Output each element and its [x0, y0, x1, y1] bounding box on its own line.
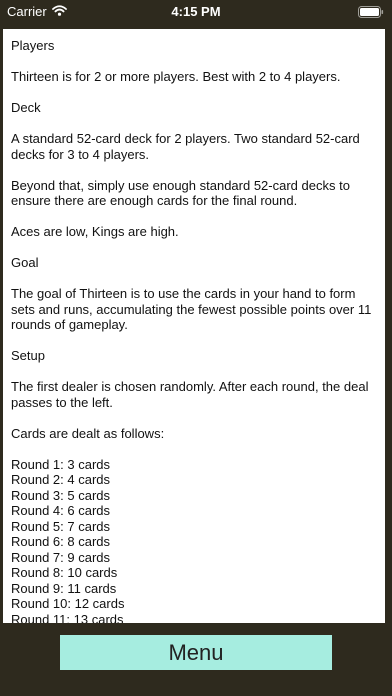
- status-bar: Carrier 4:15 PM: [0, 0, 392, 24]
- round-item: Round 4: 6 cards: [11, 503, 111, 518]
- round-item: Round 11: 13 cards: [11, 611, 124, 624]
- bottom-bar: Menu: [0, 623, 392, 696]
- round-item: Round 7: 9 cards: [11, 549, 111, 565]
- round-item: Round 9: 11 cards: [11, 580, 117, 596]
- players-heading: Players: [11, 38, 55, 53]
- setup-heading: Setup: [11, 348, 45, 363]
- rules-text: Players Thirteen is for 2 or more player…: [3, 29, 385, 623]
- deck-text: Beyond that, simply use enough standard …: [11, 177, 350, 209]
- setup-text: Cards are dealt as follows:: [11, 425, 165, 441]
- round-item: Round 1: 3 cards: [11, 456, 111, 472]
- rules-scroll-view[interactable]: Players Thirteen is for 2 or more player…: [3, 29, 385, 623]
- deck-text: Aces are low, Kings are high.: [11, 224, 179, 239]
- round-item: Round 5: 7 cards: [11, 518, 111, 534]
- deck-heading: Deck: [11, 100, 41, 115]
- status-time: 4:15 PM: [171, 4, 221, 19]
- goal-heading: Goal: [11, 255, 39, 270]
- battery-icon: [358, 6, 384, 21]
- menu-button[interactable]: Menu: [60, 635, 332, 670]
- round-item: Round 8: 10 cards: [11, 565, 118, 580]
- rounds-list: Round 1: 3 cards Round 2: 4 cards Round …: [11, 457, 377, 624]
- goal-text: The goal of Thirteen is to use the cards…: [11, 286, 372, 332]
- round-item: Round 10: 12 cards: [11, 596, 125, 611]
- deck-text: A standard 52-card deck for 2 players. T…: [11, 131, 360, 162]
- setup-text: The first dealer is chosen randomly. Aft…: [11, 379, 369, 410]
- players-text: Thirteen is for 2 or more players. Best …: [11, 69, 341, 84]
- round-item: Round 3: 5 cards: [11, 487, 111, 503]
- round-item: Round 6: 8 cards: [11, 534, 111, 549]
- round-item: Round 2: 4 cards: [11, 472, 111, 487]
